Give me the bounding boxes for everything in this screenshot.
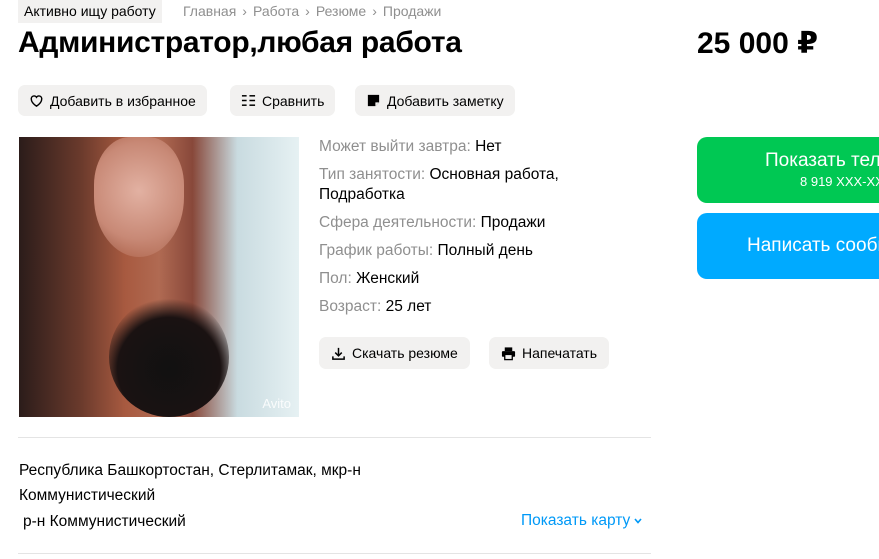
detail-value: Полный день (437, 242, 533, 259)
profile-photo[interactable]: Avito (19, 137, 299, 417)
breadcrumb-resumes[interactable]: Резюме (316, 3, 366, 19)
address: Республика Башкортостан, Стерлитамак, мк… (19, 462, 361, 504)
show-map-label: Показать карту (521, 512, 631, 529)
print-button[interactable]: Напечатать (489, 337, 610, 369)
detail-row-start-tomorrow: Может выйти завтра: Нет (319, 137, 619, 157)
detail-label: Может выйти завтра: (319, 138, 471, 155)
detail-row-age: Возраст: 25 лет (319, 297, 619, 317)
breadcrumb-separator: › (305, 3, 310, 19)
photo-shadow (109, 297, 229, 417)
divider (18, 437, 651, 438)
page-title: Администратор,любая работа (18, 26, 462, 59)
write-message-label: Написать сообщение (747, 235, 879, 256)
download-icon (331, 346, 346, 361)
detail-row-gender: Пол: Женский (319, 269, 619, 289)
compare-label: Сравнить (262, 92, 325, 109)
status-badge: Активно ищу работу (18, 0, 162, 23)
add-favorite-label: Добавить в избранное (50, 92, 196, 109)
heart-icon (29, 93, 44, 108)
show-phone-label: Показать телефон (765, 150, 879, 171)
breadcrumb-work[interactable]: Работа (253, 3, 299, 19)
printer-icon (501, 346, 516, 361)
add-note-label: Добавить заметку (387, 92, 504, 109)
detail-label: Возраст: (319, 298, 382, 315)
breadcrumb-home[interactable]: Главная (183, 3, 236, 19)
note-icon (366, 93, 381, 108)
detail-label: Тип занятости: (319, 166, 426, 183)
write-message-button[interactable]: Написать сообщение (697, 213, 879, 279)
detail-row-sphere: Сфера деятельности: Продажи (319, 213, 619, 233)
photo-face (94, 137, 184, 257)
compare-icon (241, 93, 256, 108)
breadcrumb-sales[interactable]: Продажи (383, 3, 441, 19)
detail-value: Нет (475, 138, 502, 155)
divider (18, 553, 651, 554)
detail-row-employment-type: Тип занятости: Основная работа, Подработ… (319, 165, 619, 205)
download-resume-button[interactable]: Скачать резюме (319, 337, 470, 369)
add-note-button[interactable]: Добавить заметку (355, 85, 515, 116)
resume-details: Может выйти завтра: Нет Тип занятости: О… (319, 137, 619, 325)
download-resume-label: Скачать резюме (352, 345, 458, 361)
detail-value: 25 лет (385, 298, 432, 315)
breadcrumb: Главная › Работа › Резюме › Продажи (183, 3, 441, 19)
detail-value: Женский (356, 270, 420, 287)
print-label: Напечатать (522, 345, 598, 361)
detail-label: Сфера деятельности: (319, 214, 477, 231)
masked-phone: 8 919 XXX-XX-XX (800, 174, 879, 189)
show-map-link[interactable]: Показать карту (521, 512, 643, 530)
breadcrumb-separator: › (242, 3, 247, 19)
show-phone-button[interactable]: Показать телефон 8 919 XXX-XX-XX (697, 137, 879, 203)
price: 25 000 ₽ (697, 27, 818, 60)
photo-watermark: Avito (262, 396, 291, 411)
chevron-down-icon (633, 516, 643, 526)
detail-label: График работы: (319, 242, 434, 259)
compare-button[interactable]: Сравнить (230, 85, 336, 116)
district: р-н Коммунистический (23, 513, 186, 530)
breadcrumb-separator: › (372, 3, 377, 19)
detail-label: Пол: (319, 270, 352, 287)
detail-row-schedule: График работы: Полный день (319, 241, 619, 261)
detail-value: Продажи (480, 214, 546, 231)
add-favorite-button[interactable]: Добавить в избранное (18, 85, 207, 116)
